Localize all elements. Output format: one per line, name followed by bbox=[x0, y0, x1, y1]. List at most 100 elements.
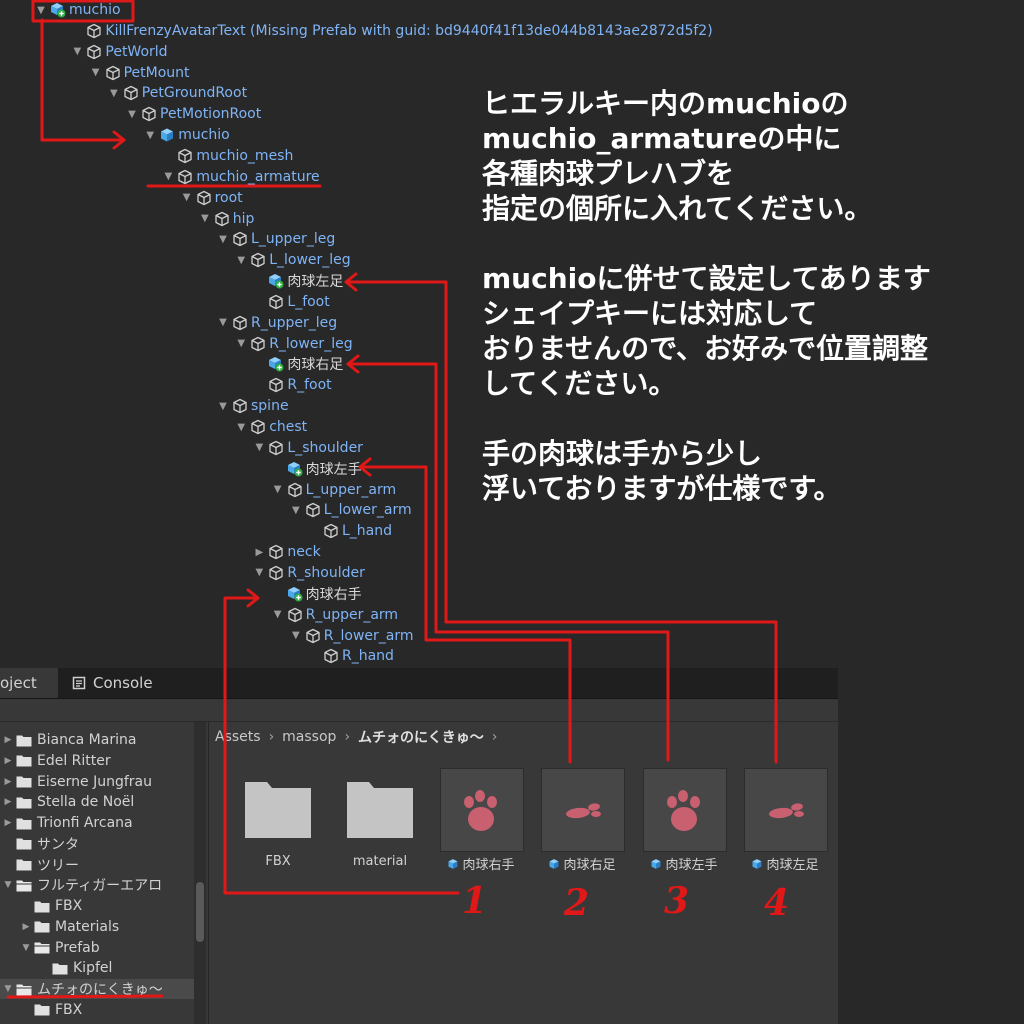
hierarchy-item-label: PetMotionRoot bbox=[160, 106, 262, 123]
breadcrumb-item[interactable]: massop bbox=[282, 729, 336, 745]
hierarchy-item[interactable]: KillFrenzyAvatarText (Missing Prefab wit… bbox=[70, 21, 713, 41]
asset-prefab[interactable]: 肉球左足 bbox=[740, 768, 830, 888]
folder-item[interactable]: ツリー bbox=[2, 855, 79, 875]
expand-right-icon[interactable]: ▶ bbox=[2, 756, 14, 766]
expand-down-icon[interactable]: ▼ bbox=[216, 317, 230, 328]
expand-down-icon[interactable]: ▼ bbox=[2, 880, 14, 890]
hierarchy-item[interactable]: ▼ L_lower_leg bbox=[234, 250, 350, 270]
hierarchy-item[interactable]: ▼ PetMotionRoot bbox=[125, 104, 261, 124]
expand-right-icon[interactable]: ▶ bbox=[2, 777, 14, 787]
expand-down-icon[interactable]: ▼ bbox=[20, 943, 32, 953]
expand-right-icon[interactable]: ▶ bbox=[20, 922, 32, 932]
prefab-icon bbox=[751, 858, 763, 870]
folder-item[interactable]: ▼ Prefab bbox=[20, 938, 100, 958]
hierarchy-item[interactable]: ▼ PetMount bbox=[89, 63, 190, 83]
prefab-thumbnail bbox=[643, 768, 727, 852]
hierarchy-item[interactable]: 肉球右足 bbox=[252, 354, 343, 374]
hierarchy-item[interactable]: ▼ R_shoulder bbox=[252, 563, 365, 583]
expand-down-icon[interactable]: ▼ bbox=[143, 130, 157, 141]
folder-item[interactable]: FBX bbox=[20, 896, 82, 916]
hierarchy-item[interactable]: ▼ R_upper_leg bbox=[216, 313, 337, 333]
expand-down-icon[interactable]: ▼ bbox=[216, 401, 230, 412]
hierarchy-item[interactable]: ▼ L_lower_arm bbox=[289, 500, 412, 520]
expand-down-icon[interactable]: ▼ bbox=[234, 338, 248, 349]
hierarchy-item[interactable]: ▼ chest bbox=[234, 417, 307, 437]
folder-tree-scrollbar-track[interactable] bbox=[194, 722, 206, 1024]
hierarchy-item[interactable]: R_foot bbox=[252, 375, 332, 395]
expand-right-icon[interactable]: ▶ bbox=[252, 547, 266, 558]
folder-item[interactable]: ▶ Stella de Noël bbox=[2, 792, 135, 812]
expand-down-icon[interactable]: ▼ bbox=[180, 192, 194, 203]
expand-right-icon[interactable]: ▶ bbox=[2, 797, 14, 807]
folder-item[interactable]: ▶ Bianca Marina bbox=[2, 730, 137, 750]
hierarchy-item[interactable]: ▼ R_lower_arm bbox=[289, 626, 414, 646]
hierarchy-item[interactable]: 肉球左足 bbox=[252, 271, 343, 291]
expand-down-icon[interactable]: ▼ bbox=[271, 609, 285, 620]
asset-prefab[interactable]: 肉球右手 bbox=[436, 768, 526, 888]
expand-down-icon[interactable]: ▼ bbox=[252, 567, 266, 578]
expand-down-icon[interactable]: ▼ bbox=[107, 88, 121, 99]
hierarchy-item[interactable]: ▼ muchio_armature bbox=[161, 167, 320, 187]
hierarchy-item[interactable]: ▼ R_lower_leg bbox=[234, 334, 352, 354]
expand-right-icon[interactable]: ▶ bbox=[2, 735, 14, 745]
folder-item[interactable]: ▶ Materials bbox=[20, 917, 120, 937]
expand-down-icon[interactable]: ▼ bbox=[70, 46, 84, 57]
hierarchy-item[interactable]: L_hand bbox=[307, 521, 392, 541]
expand-down-icon[interactable]: ▼ bbox=[125, 109, 139, 120]
asset-folder[interactable]: FBX bbox=[233, 768, 323, 888]
hierarchy-item[interactable]: ▼ R_upper_arm bbox=[271, 605, 398, 625]
folder-item-label: Materials bbox=[55, 918, 120, 935]
folder-item[interactable]: ▼ フルティガーエアロ bbox=[2, 875, 163, 895]
expand-down-icon[interactable]: ▼ bbox=[198, 213, 212, 224]
expand-down-icon[interactable]: ▼ bbox=[216, 234, 230, 245]
folder-item[interactable]: FBX bbox=[20, 1000, 82, 1020]
tab-console[interactable]: Console bbox=[60, 668, 153, 698]
hierarchy-item[interactable]: ▼ muchio bbox=[34, 0, 120, 20]
expand-down-icon[interactable]: ▼ bbox=[161, 171, 175, 182]
hierarchy-item[interactable]: 肉球右手 bbox=[271, 584, 362, 604]
expand-down-icon[interactable]: ▼ bbox=[2, 984, 14, 994]
annotation-number-4: 4 bbox=[764, 882, 790, 924]
folder-item-label: サンタ bbox=[37, 836, 79, 853]
breadcrumb-item[interactable]: Assets bbox=[215, 729, 261, 745]
hierarchy-item[interactable]: ▼ root bbox=[180, 188, 243, 208]
expand-down-icon[interactable]: ▼ bbox=[34, 5, 48, 16]
hierarchy-item[interactable]: ▼ PetWorld bbox=[70, 42, 168, 62]
hierarchy-item[interactable]: muchio_mesh bbox=[161, 146, 293, 166]
folder-item[interactable]: ▶ Trionfi Arcana bbox=[2, 813, 133, 833]
hierarchy-item[interactable]: R_hand bbox=[307, 646, 394, 666]
hierarchy-item[interactable]: ▶ neck bbox=[252, 542, 321, 562]
hierarchy-item[interactable]: ▼ PetGroundRoot bbox=[107, 83, 247, 103]
expand-down-icon[interactable]: ▼ bbox=[289, 505, 303, 516]
expand-down-icon[interactable]: ▼ bbox=[252, 442, 266, 453]
breadcrumb-item[interactable]: ムチォのにくきゅ〜 bbox=[358, 727, 484, 747]
expand-down-icon[interactable]: ▼ bbox=[234, 422, 248, 433]
hierarchy-item[interactable]: ▼ spine bbox=[216, 396, 288, 416]
hierarchy-item[interactable]: ▼ muchio bbox=[143, 125, 229, 145]
hierarchy-item[interactable]: 肉球左手 bbox=[271, 459, 362, 479]
hierarchy-item[interactable]: ▼ hip bbox=[198, 209, 255, 229]
expand-down-icon[interactable]: ▼ bbox=[89, 67, 103, 78]
expand-down-icon[interactable]: ▼ bbox=[289, 630, 303, 641]
note-line: 各種肉球プレハブを bbox=[482, 157, 735, 190]
asset-prefab[interactable]: 肉球右足 bbox=[537, 768, 627, 888]
prefab-thumbnail bbox=[744, 768, 828, 852]
expand-right-icon[interactable]: ▶ bbox=[2, 818, 14, 828]
expand-down-icon[interactable]: ▼ bbox=[234, 255, 248, 266]
folder-item[interactable]: Kipfel bbox=[38, 958, 112, 978]
folder-item-selected[interactable]: ▼ ムチォのにくきゅ〜 bbox=[0, 979, 196, 999]
hierarchy-item[interactable]: ▼ L_upper_arm bbox=[271, 480, 396, 500]
folder-item-label: Stella de Noël bbox=[37, 794, 135, 811]
folder-tree-scrollbar-thumb[interactable] bbox=[196, 882, 204, 942]
folder-item[interactable]: ▶ Eiserne Jungfrau bbox=[2, 772, 152, 792]
tab-project[interactable]: oject bbox=[0, 668, 58, 698]
hierarchy-item[interactable]: L_foot bbox=[252, 292, 330, 312]
folder-item[interactable]: サンタ bbox=[2, 834, 79, 854]
folder-item[interactable]: ▶ Edel Ritter bbox=[2, 751, 111, 771]
hierarchy-item[interactable]: ▼ L_shoulder bbox=[252, 438, 363, 458]
asset-folder[interactable]: material bbox=[335, 768, 425, 888]
hierarchy-item[interactable]: ▼ L_upper_leg bbox=[216, 229, 335, 249]
expand-down-icon[interactable]: ▼ bbox=[271, 484, 285, 495]
asset-prefab[interactable]: 肉球左手 bbox=[639, 768, 729, 888]
folder-icon bbox=[34, 900, 50, 913]
